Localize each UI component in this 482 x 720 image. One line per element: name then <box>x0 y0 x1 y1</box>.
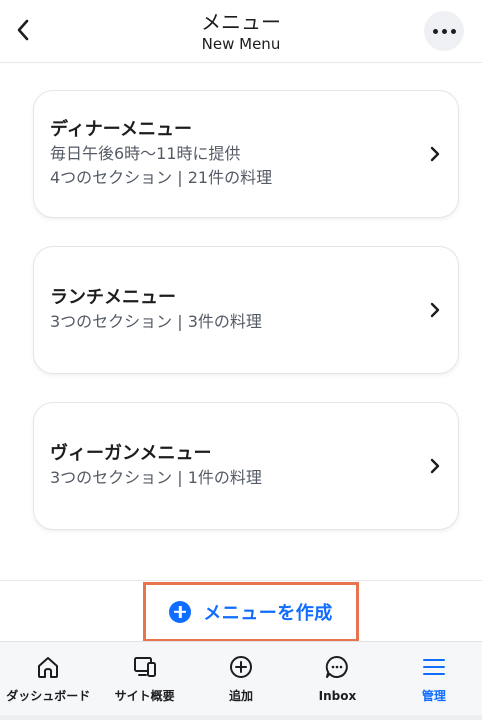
nav-item-site-overview[interactable]: サイト概要 <box>96 642 192 720</box>
more-dot-icon <box>441 28 447 34</box>
menu-card-body: ディナーメニュー 毎日午後6時～11時に提供 4つのセクション | 21件の料理 <box>50 118 418 190</box>
devices-icon <box>133 657 156 677</box>
nav-label: 追加 <box>229 689 254 703</box>
more-options-button[interactable] <box>424 11 464 51</box>
menu-card-title: ランチメニュー <box>50 287 176 308</box>
page-subtitle: New Menu <box>201 35 281 53</box>
chevron-right-icon <box>430 146 440 162</box>
menu-card-summary: 3つのセクション | 1件の料理 <box>50 468 262 487</box>
menu-card-dinner[interactable]: ディナーメニュー 毎日午後6時～11時に提供 4つのセクション | 21件の料理 <box>33 90 459 218</box>
chevron-right-icon <box>430 458 440 474</box>
menu-card-body: ランチメニュー 3つのセクション | 3件の料理 <box>50 286 418 334</box>
header-bar: メニュー New Menu <box>0 0 482 63</box>
chat-bubble-icon <box>326 655 349 678</box>
menu-card-title: ディナーメニュー <box>50 119 193 140</box>
more-dot-icon <box>450 28 456 34</box>
nav-label: Inbox <box>318 689 357 703</box>
bottom-navigation: ダッシュボード サイト概要 追加 Inbox 管理 <box>0 641 482 720</box>
nav-item-dashboard[interactable]: ダッシュボード <box>0 642 96 720</box>
nav-item-add[interactable]: 追加 <box>193 642 289 720</box>
home-indicator <box>0 715 482 720</box>
chevron-right-icon <box>430 302 440 318</box>
create-menu-button[interactable]: メニューを作成 <box>143 582 359 642</box>
nav-item-manage[interactable]: 管理 <box>386 642 482 720</box>
title-group: メニュー New Menu <box>0 10 482 53</box>
more-dot-icon <box>432 28 438 34</box>
create-menu-label: メニューを作成 <box>203 603 333 624</box>
menu-list: ディナーメニュー 毎日午後6時～11時に提供 4つのセクション | 21件の料理… <box>0 63 482 580</box>
nav-label: 管理 <box>421 689 446 703</box>
hamburger-menu-icon <box>422 659 445 675</box>
nav-item-inbox[interactable]: Inbox <box>289 642 385 720</box>
menu-card-schedule: 毎日午後6時～11時に提供 <box>50 144 241 163</box>
menu-card-title: ヴィーガンメニュー <box>50 443 212 464</box>
menu-card-vegan[interactable]: ヴィーガンメニュー 3つのセクション | 1件の料理 <box>33 402 459 530</box>
menu-card-lunch[interactable]: ランチメニュー 3つのセクション | 3件の料理 <box>33 246 459 374</box>
plus-circle-icon <box>169 601 192 623</box>
create-menu-bar: メニューを作成 <box>0 580 482 642</box>
page-title: メニュー <box>201 10 281 34</box>
menu-card-summary: 3つのセクション | 3件の料理 <box>50 312 262 331</box>
menu-card-body: ヴィーガンメニュー 3つのセクション | 1件の料理 <box>50 442 418 490</box>
menu-card-summary: 4つのセクション | 21件の料理 <box>50 168 273 187</box>
home-icon <box>38 657 59 678</box>
add-circle-icon <box>230 656 253 678</box>
nav-label: サイト概要 <box>114 689 175 703</box>
nav-label: ダッシュボード <box>6 689 91 703</box>
app-screen: メニュー New Menu ディナーメニュー 毎日午後6時～11時に提供 4つの… <box>0 0 482 720</box>
